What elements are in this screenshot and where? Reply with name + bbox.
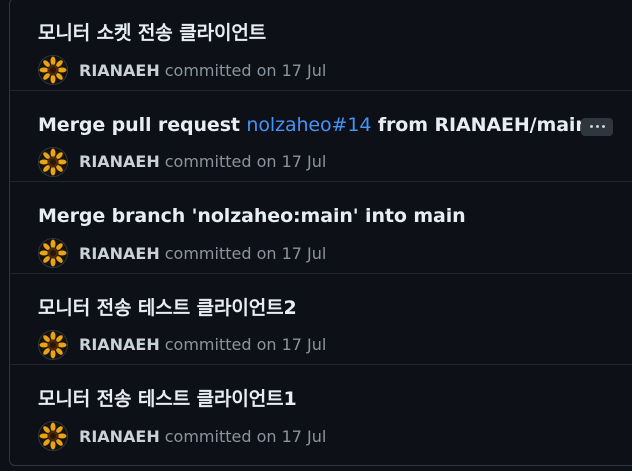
commit-row: 모니터 전송 테스트 클라이언트1 RIANAEH committed on 1… (10, 365, 632, 457)
commit-list: 모니터 소켓 전송 클라이언트 RIANAEH committed on 17 … (9, 0, 632, 466)
author-link[interactable]: RIANAEH (79, 244, 160, 263)
commit-row: Merge pull request nolzaheo#14 from RIAN… (10, 91, 632, 183)
author-link[interactable]: RIANAEH (79, 335, 160, 354)
commit-date-text: committed on 17 Jul (164, 335, 327, 355)
sunflower-icon (39, 422, 67, 450)
commit-date-text: committed on 17 Jul (164, 243, 327, 263)
commit-date-text: committed on 17 Jul (164, 152, 327, 172)
commit-title-link[interactable]: from RIANAEH/main (371, 114, 589, 136)
avatar[interactable] (38, 146, 68, 177)
sunflower-icon (39, 331, 67, 359)
pull-request-link[interactable]: nolzaheo#14 (246, 114, 371, 136)
commit-title-link[interactable]: 모니터 소켓 전송 클라이언트 (38, 21, 266, 45)
author-link[interactable]: RIANAEH (79, 152, 160, 171)
commit-title-link[interactable]: Merge pull request (38, 114, 246, 136)
commit-meta: RIANAEH committed on 17 Jul (38, 146, 327, 177)
commit-row: 모니터 소켓 전송 클라이언트 RIANAEH committed on 17 … (10, 0, 632, 91)
author-link[interactable]: RIANAEH (79, 427, 160, 446)
sunflower-icon (39, 56, 67, 84)
ellipsis-dot-icon (601, 125, 605, 129)
sunflower-icon (39, 239, 67, 267)
commit-meta: RIANAEH committed on 17 Jul (38, 329, 327, 360)
commit-row: 모니터 전송 테스트 클라이언트2 RIANAEH committed on 1… (10, 274, 632, 366)
commit-title-link[interactable]: Merge branch 'nolzaheo:main' into main (38, 204, 466, 228)
author-link[interactable]: RIANAEH (79, 61, 160, 80)
avatar[interactable] (38, 329, 68, 360)
commit-row: Merge branch 'nolzaheo:main' into main R… (10, 182, 632, 274)
expand-commit-message-button[interactable] (581, 117, 613, 136)
commit-meta: RIANAEH committed on 17 Jul (38, 421, 327, 452)
avatar[interactable] (38, 55, 68, 85)
ellipsis-dot-icon (595, 125, 599, 129)
commit-meta: RIANAEH committed on 17 Jul (38, 238, 327, 269)
commit-title: Merge pull request nolzaheo#14 from RIAN… (38, 113, 589, 137)
commit-title-link[interactable]: 모니터 전송 테스트 클라이언트2 (38, 296, 297, 320)
avatar[interactable] (38, 421, 68, 452)
ellipsis-dot-icon (589, 125, 593, 129)
sunflower-icon (39, 148, 67, 176)
commit-meta: RIANAEH committed on 17 Jul (38, 55, 326, 85)
commit-date-text: committed on 17 Jul (164, 60, 327, 80)
commit-date-text: committed on 17 Jul (164, 426, 327, 446)
commit-title-link[interactable]: 모니터 전송 테스트 클라이언트1 (38, 387, 297, 411)
avatar[interactable] (38, 238, 68, 269)
